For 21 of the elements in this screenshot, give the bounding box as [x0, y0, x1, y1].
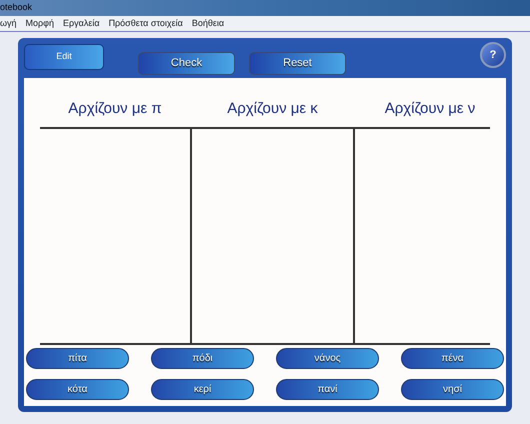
word-chip[interactable]: πόδι [151, 348, 254, 368]
column-heading: Αρχίζουν με κ [226, 99, 319, 119]
column-heading: Αρχίζουν με π [67, 99, 163, 119]
word-chip[interactable]: κερί [151, 378, 254, 400]
edit-tab[interactable]: Edit [24, 44, 104, 70]
window-title: otebook [0, 1, 32, 14]
menu-item[interactable]: ωγή [0, 16, 17, 30]
menu-item[interactable]: Βοήθεια [192, 16, 224, 30]
column-heading: Αρχίζουν με ν [384, 99, 476, 119]
menu-item[interactable]: Εργαλεία [63, 16, 100, 30]
action-button[interactable]: Reset [249, 52, 346, 75]
help-button[interactable]: ? [480, 42, 506, 68]
word-chip[interactable]: νάνος [276, 348, 379, 368]
word-chip[interactable]: κότα [26, 378, 129, 400]
word-chip[interactable]: πίτα [26, 348, 129, 368]
menu-item[interactable]: Μορφή [26, 16, 54, 30]
menu-item[interactable]: Πρόσθετα στοιχεία [108, 16, 183, 30]
word-chip[interactable]: πανί [276, 378, 379, 400]
action-button[interactable]: Check [138, 52, 235, 75]
word-chip[interactable]: νησί [401, 378, 504, 400]
word-chip[interactable]: πένα [401, 348, 504, 368]
